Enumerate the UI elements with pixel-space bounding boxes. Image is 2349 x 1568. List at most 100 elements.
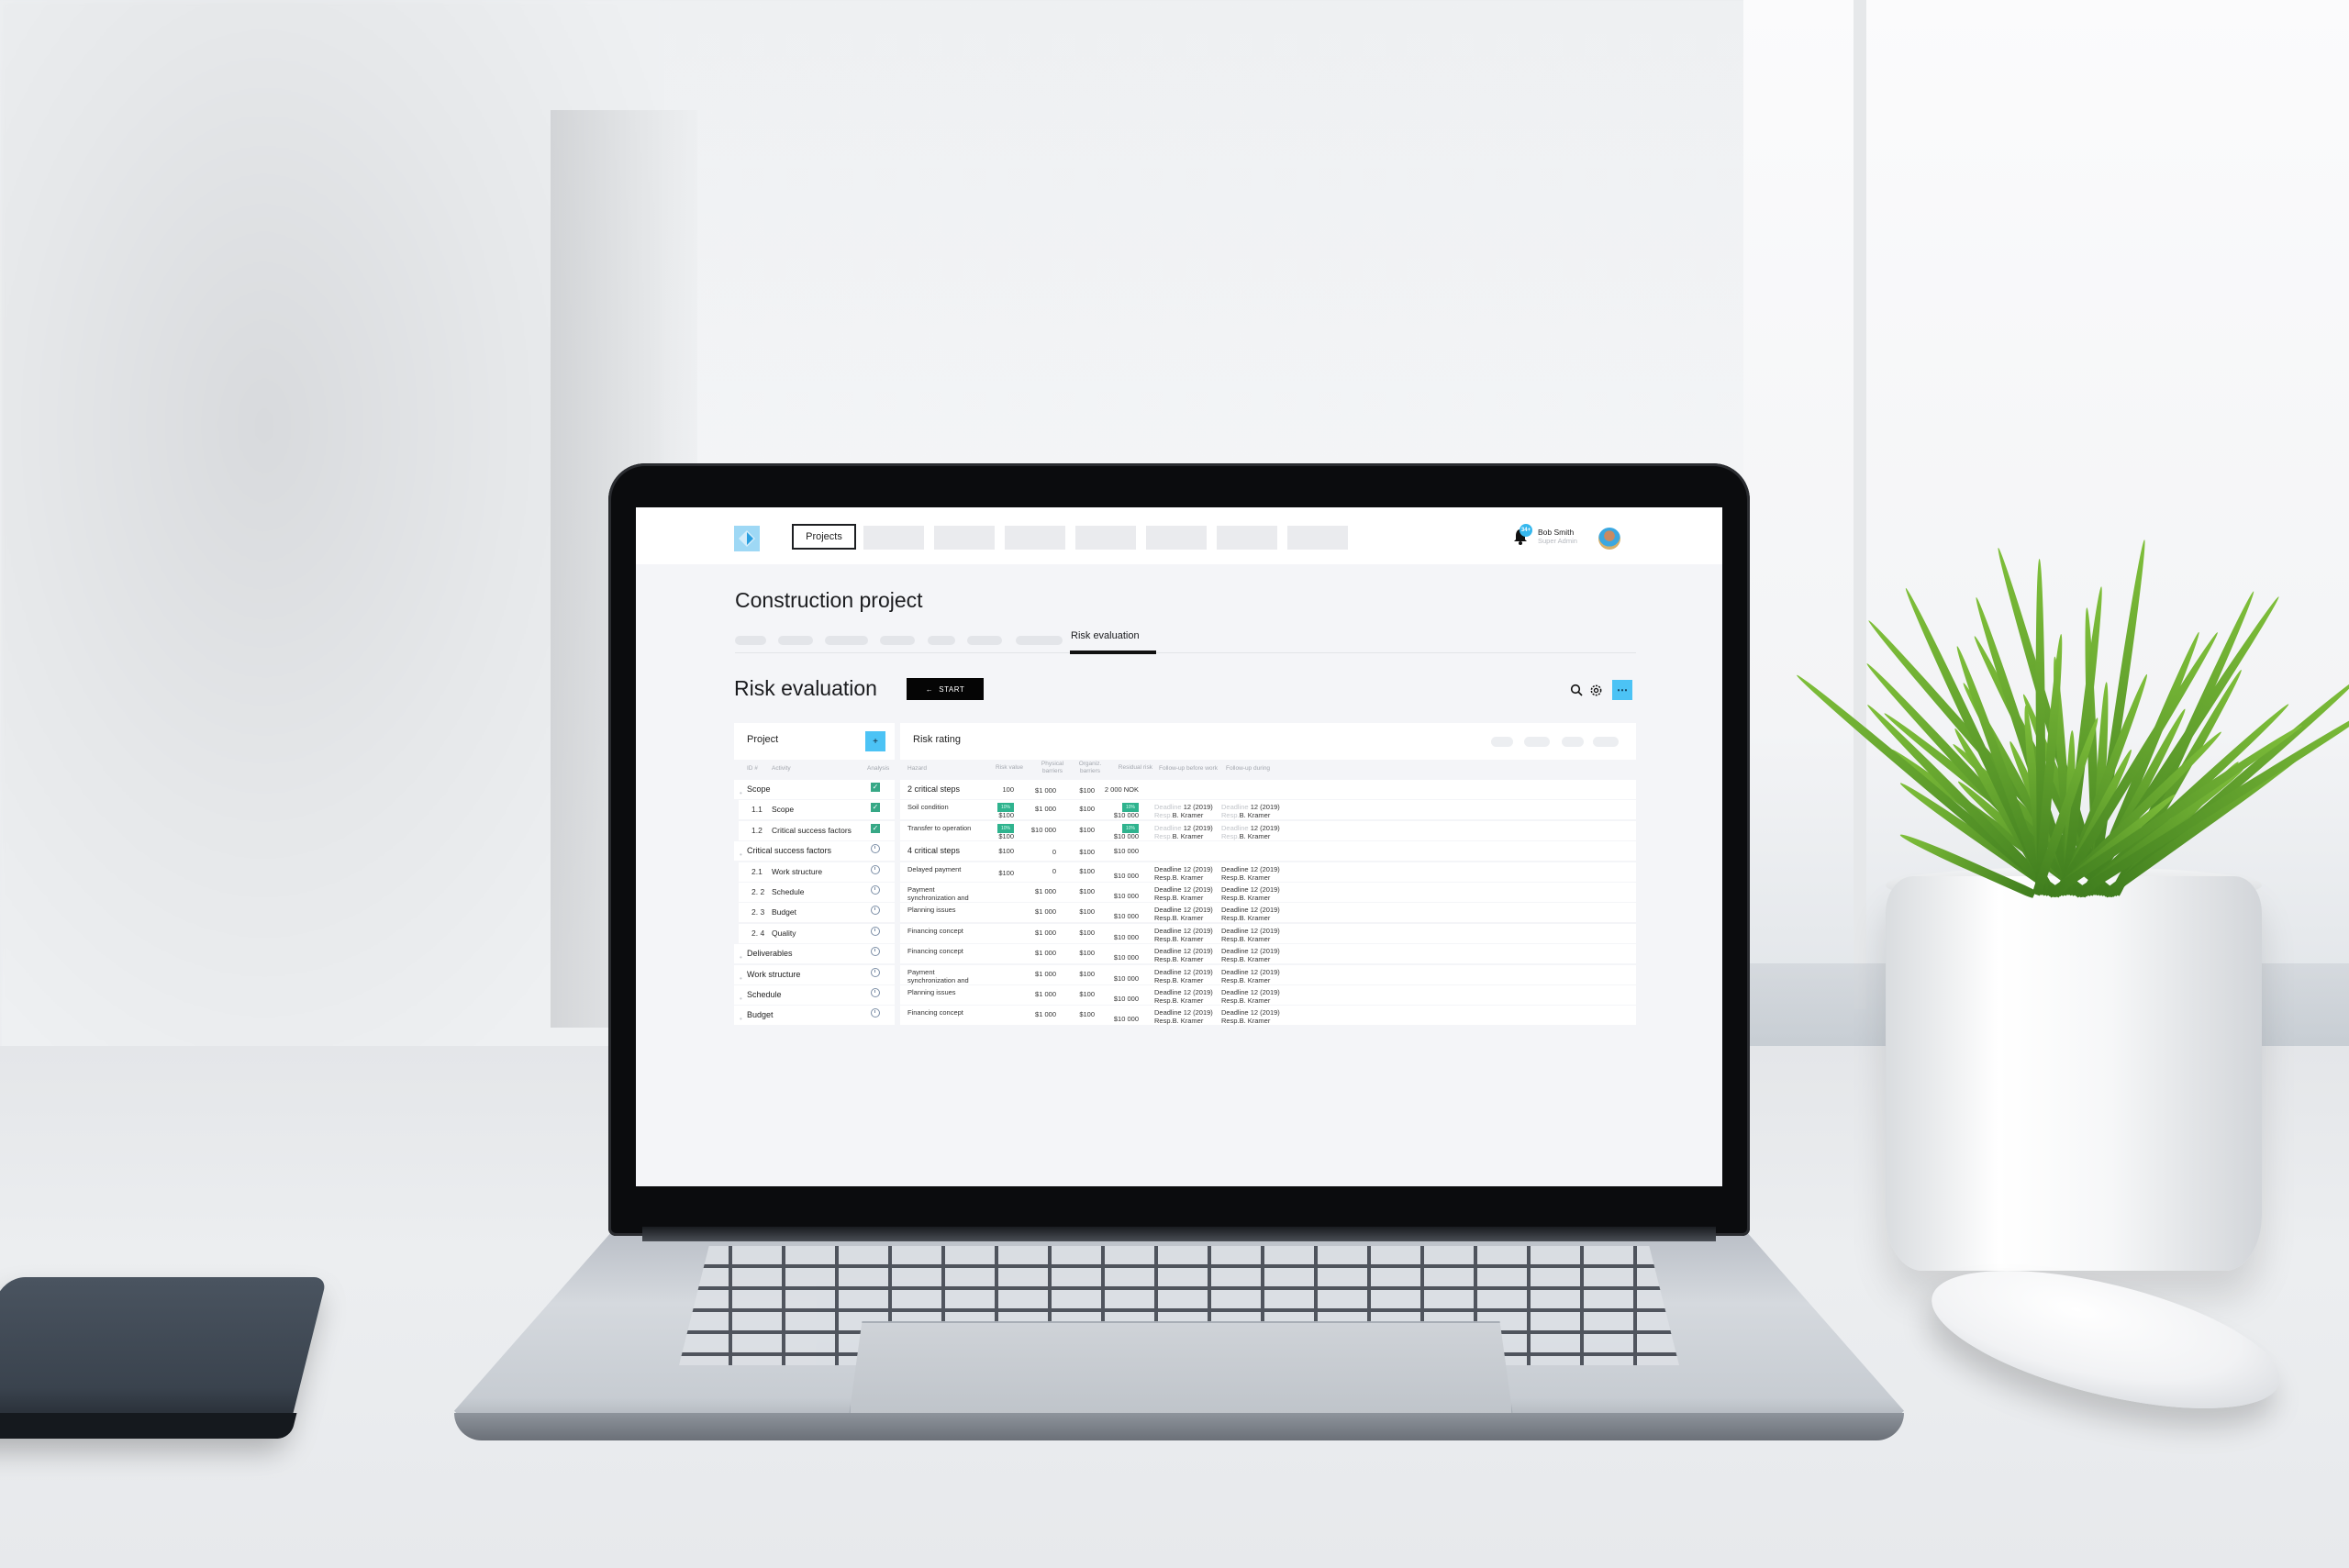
tab-placeholder[interactable]	[825, 636, 868, 645]
followup-before-work[interactable]: Deadline 12 (2019) Resp.B. Kramer	[1154, 865, 1213, 882]
deadline-label: Deadline	[1154, 1008, 1182, 1018]
followup-during[interactable]: Deadline 12 (2019) Resp.B. Kramer	[1221, 1008, 1280, 1025]
followup-before-work[interactable]: Deadline 12 (2019) Resp.B. Kramer	[1154, 803, 1213, 819]
resp-value: B. Kramer	[1172, 955, 1204, 964]
followup-during[interactable]: Deadline 12 (2019) Resp.B. Kramer	[1221, 803, 1280, 819]
column-header-residual-risk: Residual risk	[1118, 764, 1152, 771]
followup-during[interactable]: Deadline 12 (2019) Resp.B. Kramer	[1221, 968, 1280, 984]
followup-during[interactable]: Deadline 12 (2019) Resp.B. Kramer	[1221, 885, 1280, 902]
followup-before-work[interactable]: Deadline 12 (2019) Resp.B. Kramer	[1154, 947, 1213, 963]
risk-row[interactable]: Planning issues $1 000 $100 $10 000 Deadline…	[900, 985, 1636, 1005]
followup-during[interactable]: Deadline 12 (2019) Resp.B. Kramer	[1221, 906, 1280, 922]
nav-item-placeholder[interactable]	[1005, 526, 1065, 550]
expand-bullet-icon[interactable]: •	[740, 974, 742, 983]
activity-row[interactable]: • Critical success factors	[734, 841, 895, 862]
analysis-pending-icon[interactable]	[871, 926, 880, 936]
followup-during[interactable]: Deadline 12 (2019) Resp.B. Kramer	[1221, 947, 1280, 963]
risk-row[interactable]: 2 critical steps 100 $1 000 $100 2 000 NOK	[900, 780, 1636, 799]
expand-bullet-icon[interactable]: •	[740, 1015, 742, 1023]
user-avatar[interactable]	[1598, 528, 1620, 550]
app-logo-icon[interactable]	[734, 526, 760, 551]
search-icon[interactable]	[1570, 684, 1583, 696]
start-button[interactable]: ← START	[907, 678, 984, 700]
analysis-pending-icon[interactable]	[871, 1008, 880, 1018]
residual-risk-value: $10 000	[1113, 1015, 1139, 1024]
more-options-button[interactable]: ⋯	[1612, 680, 1632, 700]
laptop-front-edge	[454, 1413, 1904, 1440]
analysis-done-icon[interactable]: ✓	[871, 803, 880, 813]
risk-row[interactable]: Payment synchronization and cash flow ne…	[900, 964, 1636, 993]
followup-during[interactable]: Deadline 12 (2019) Resp.B. Kramer	[1221, 927, 1280, 943]
expand-bullet-icon[interactable]: •	[740, 851, 742, 859]
activity-row[interactable]: 2. 4 Quality	[739, 923, 895, 943]
tab-placeholder[interactable]	[967, 636, 1002, 645]
activity-row[interactable]: 2. 3 Budget	[739, 903, 895, 923]
nav-projects-button[interactable]: Projects	[792, 524, 856, 550]
nav-item-placeholder[interactable]	[1146, 526, 1207, 550]
analysis-pending-icon[interactable]	[871, 864, 880, 874]
analysis-pending-icon[interactable]	[871, 844, 880, 854]
risk-row[interactable]: 4 critical steps $100 0 $100 $10 000	[900, 841, 1636, 862]
followup-before-work[interactable]: Deadline 12 (2019) Resp.B. Kramer	[1154, 824, 1213, 840]
gear-icon[interactable]	[1589, 684, 1603, 697]
tab-placeholder[interactable]	[1016, 636, 1063, 645]
followup-during[interactable]: Deadline 12 (2019) Resp.B. Kramer	[1221, 824, 1280, 840]
analysis-done-icon[interactable]: ✓	[871, 783, 880, 792]
resp-value: B. Kramer	[1239, 975, 1271, 984]
risk-row[interactable]: Soil condition 10% $100 $1 000 $100 10% $10 00…	[900, 800, 1636, 820]
risk-row[interactable]: Financing concept $1 000 $100 $10 000 Deadli…	[900, 923, 1636, 943]
tab-risk-evaluation[interactable]: Risk evaluation	[1071, 630, 1140, 641]
add-activity-button[interactable]: +	[865, 731, 885, 751]
risk-row[interactable]: Financing concept $1 000 $100 $10 000 Deadli…	[900, 944, 1636, 964]
activity-row[interactable]: • Schedule	[734, 985, 895, 1005]
followup-before-work[interactable]: Deadline 12 (2019) Resp.B. Kramer	[1154, 968, 1213, 984]
analysis-pending-icon[interactable]	[871, 906, 880, 916]
tab-placeholder[interactable]	[778, 636, 813, 645]
analysis-pending-icon[interactable]	[871, 967, 880, 977]
tab-placeholder[interactable]	[880, 636, 915, 645]
expand-bullet-icon[interactable]: •	[740, 953, 742, 962]
analysis-done-icon[interactable]: ✓	[871, 823, 880, 833]
filter-placeholder[interactable]	[1491, 737, 1513, 747]
activity-row[interactable]: 2.1 Work structure	[739, 862, 895, 882]
risk-row[interactable]: Payment synchronization and cash flow ne…	[900, 883, 1636, 910]
nav-item-placeholder[interactable]	[1075, 526, 1136, 550]
filter-placeholder[interactable]	[1562, 737, 1584, 747]
activity-row[interactable]: • Scope ✓	[734, 780, 895, 799]
followup-before-work[interactable]: Deadline 12 (2019) Resp.B. Kramer	[1154, 1008, 1213, 1025]
activity-row[interactable]: 2. 2 Schedule	[739, 883, 895, 902]
followup-before-work[interactable]: Deadline 12 (2019) Resp.B. Kramer	[1154, 885, 1213, 902]
followup-before-work[interactable]: Deadline 12 (2019) Resp.B. Kramer	[1154, 906, 1213, 922]
risk-row[interactable]: Financing concept $1 000 $100 $10 000 Deadli…	[900, 1006, 1636, 1026]
followup-before-work[interactable]: Deadline 12 (2019) Resp.B. Kramer	[1154, 988, 1213, 1005]
tab-placeholder[interactable]	[735, 636, 766, 645]
nav-item-placeholder[interactable]	[863, 526, 924, 550]
risk-row[interactable]: Planning issues $1 000 $100 $10 000 Deadline…	[900, 903, 1636, 923]
activity-row[interactable]: • Deliverables	[734, 944, 895, 964]
filter-placeholder[interactable]	[1593, 737, 1619, 747]
user-name[interactable]: Bob Smith	[1538, 528, 1574, 537]
analysis-pending-icon[interactable]	[871, 885, 880, 895]
tab-placeholder[interactable]	[928, 636, 955, 645]
followup-before-work[interactable]: Deadline 12 (2019) Resp.B. Kramer	[1154, 927, 1213, 943]
deadline-label: Deadline	[1154, 926, 1182, 935]
nav-item-placeholder[interactable]	[1217, 526, 1277, 550]
resp-label: Resp.	[1221, 996, 1240, 1005]
analysis-pending-icon[interactable]	[871, 947, 880, 957]
risk-row[interactable]: Transfer to operation 10% $100 $10 000 $100 1…	[900, 820, 1636, 840]
activity-row[interactable]: 1.2 Critical success factors ✓	[739, 820, 895, 840]
analysis-pending-icon[interactable]	[871, 988, 880, 997]
deadline-label: Deadline	[1221, 803, 1249, 812]
nav-item-placeholder[interactable]	[1287, 526, 1348, 550]
page-title: Construction project	[735, 588, 923, 612]
expand-bullet-icon[interactable]: •	[740, 995, 742, 1003]
nav-item-placeholder[interactable]	[934, 526, 995, 550]
risk-row[interactable]: Delayed payment $100 0 $100 $10 000 Deadline …	[900, 862, 1636, 882]
activity-row[interactable]: 1.1 Scope ✓	[739, 800, 895, 820]
activity-row[interactable]: • Budget	[734, 1006, 895, 1026]
filter-placeholder[interactable]	[1524, 737, 1550, 747]
followup-during[interactable]: Deadline 12 (2019) Resp.B. Kramer	[1221, 988, 1280, 1005]
activity-row[interactable]: • Work structure	[734, 964, 895, 984]
followup-during[interactable]: Deadline 12 (2019) Resp.B. Kramer	[1221, 865, 1280, 882]
expand-bullet-icon[interactable]: •	[740, 789, 742, 797]
